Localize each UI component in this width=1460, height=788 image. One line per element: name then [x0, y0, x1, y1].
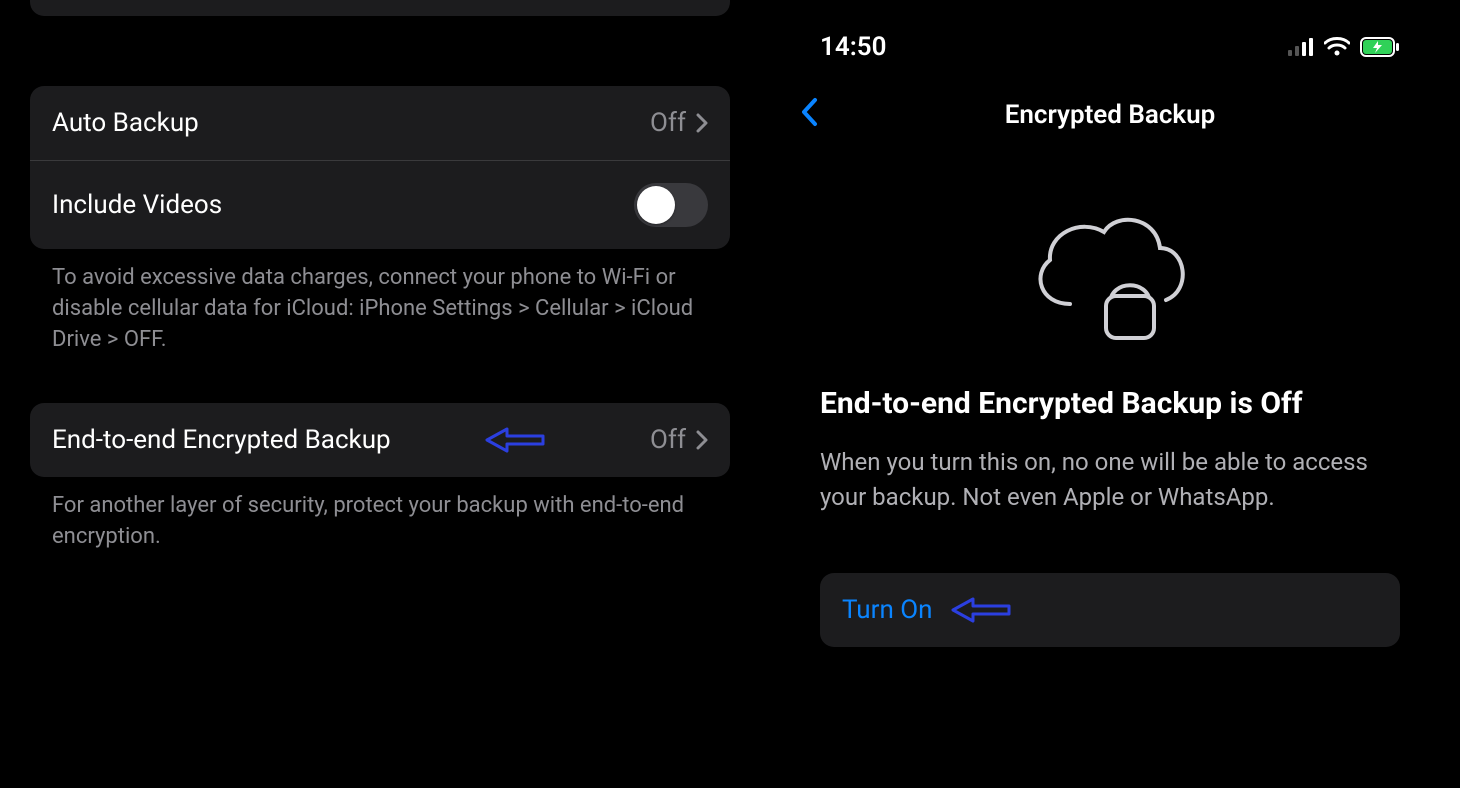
auto-backup-value-wrap: Off: [650, 108, 708, 138]
detail-body: End-to-end Encrypted Backup is Off When …: [760, 344, 1460, 515]
status-bar: 14:50: [760, 0, 1460, 80]
status-icons: [1288, 37, 1400, 57]
turn-on-label: Turn On: [842, 595, 933, 625]
include-videos-toggle[interactable]: [634, 183, 708, 227]
include-videos-label: Include Videos: [52, 190, 222, 220]
e2e-backup-label: End-to-end Encrypted Backup: [52, 425, 391, 455]
chevron-right-icon: [696, 430, 708, 450]
hero-illustration: [760, 194, 1460, 344]
detail-heading: End-to-end Encrypted Backup is Off: [820, 384, 1400, 423]
data-charges-footnote: To avoid excessive data charges, connect…: [30, 249, 730, 355]
back-button[interactable]: [790, 94, 828, 136]
cloud-lock-icon: [1020, 194, 1200, 344]
chevron-left-icon: [800, 97, 818, 127]
status-time: 14:50: [820, 32, 887, 62]
auto-backup-row[interactable]: Auto Backup Off: [30, 86, 730, 160]
detail-description: When you turn this on, no one will be ab…: [820, 445, 1400, 515]
toggle-knob: [637, 186, 675, 224]
backup-group: Auto Backup Off Include Videos: [30, 86, 730, 249]
backup-settings-pane: Auto Backup Off Include Videos To avoid …: [0, 0, 760, 788]
auto-backup-label: Auto Backup: [52, 108, 199, 138]
e2e-footnote: For another layer of security, protect y…: [30, 477, 730, 553]
e2e-group: End-to-end Encrypted Backup Off: [30, 403, 730, 477]
annotation-arrow-icon: [951, 595, 1011, 625]
nav-bar: Encrypted Backup: [760, 80, 1460, 158]
wifi-icon: [1324, 37, 1350, 57]
e2e-backup-row[interactable]: End-to-end Encrypted Backup Off: [30, 403, 730, 477]
e2e-backup-value: Off: [650, 425, 686, 455]
e2e-backup-value-wrap: Off: [650, 425, 708, 455]
battery-charging-icon: [1360, 37, 1400, 57]
annotation-arrow-icon: [485, 425, 545, 455]
previous-group-stub: [30, 0, 730, 16]
auto-backup-value: Off: [650, 108, 686, 138]
nav-title: Encrypted Backup: [760, 100, 1460, 130]
cellular-signal-icon: [1288, 38, 1314, 56]
encrypted-backup-detail-pane: 14:50: [760, 0, 1460, 788]
chevron-right-icon: [696, 113, 708, 133]
include-videos-row: Include Videos: [30, 160, 730, 249]
turn-on-row[interactable]: Turn On: [820, 573, 1400, 647]
